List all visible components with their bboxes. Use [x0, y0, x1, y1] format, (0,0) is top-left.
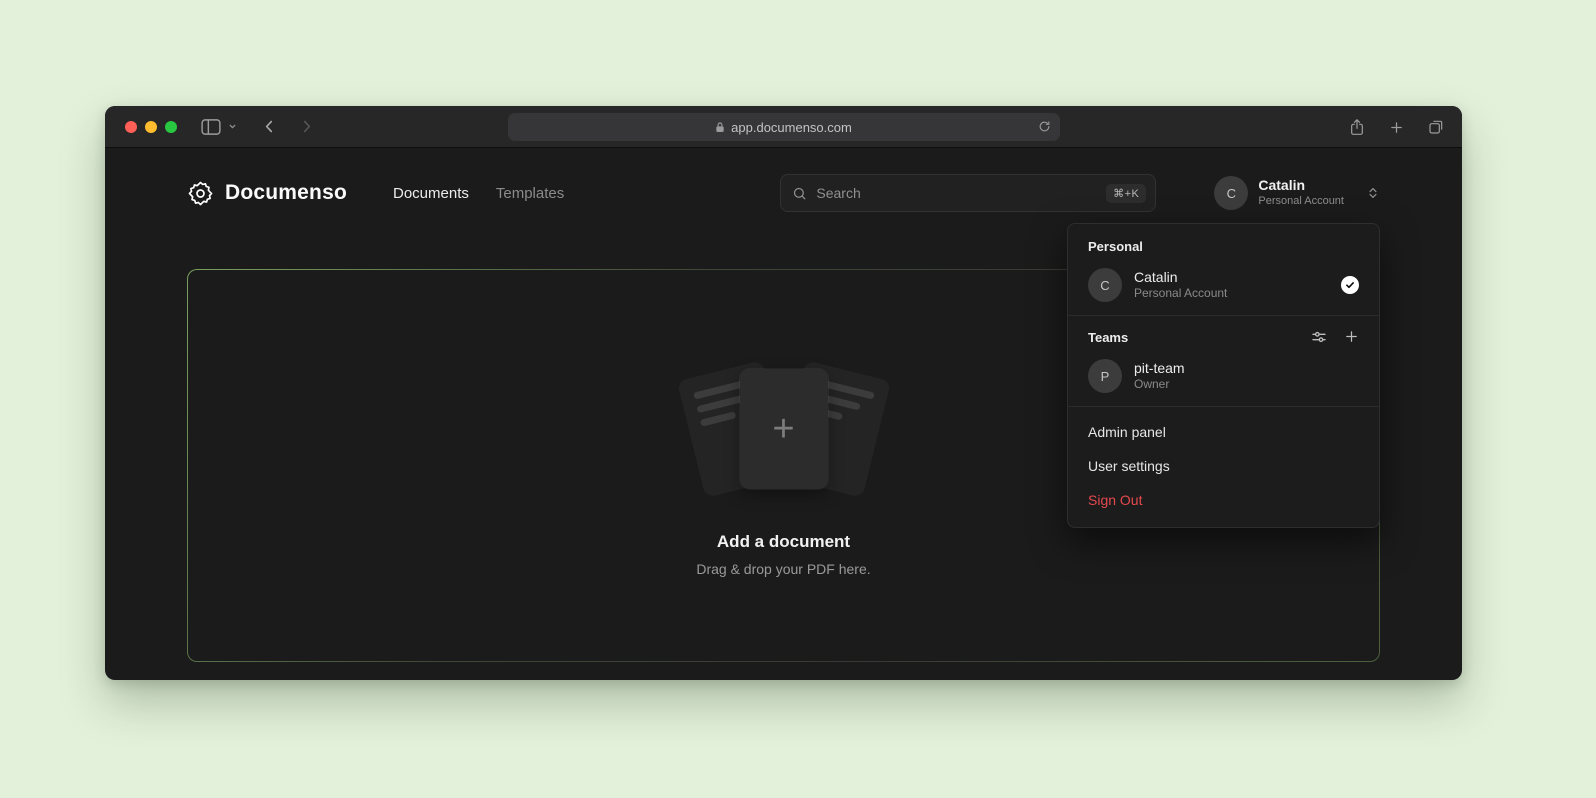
- menu-heading-teams: Teams: [1088, 330, 1128, 345]
- browser-titlebar: app.documenso.com: [105, 106, 1462, 148]
- account-dropdown-menu: Personal C Catalin Personal Account Team…: [1067, 223, 1380, 528]
- menu-divider: [1068, 406, 1379, 407]
- zoom-window-button[interactable]: [165, 121, 177, 133]
- menu-item-personal-account[interactable]: C Catalin Personal Account: [1068, 261, 1379, 313]
- avatar: P: [1088, 359, 1122, 393]
- menu-divider: [1068, 315, 1379, 316]
- traffic-lights: [125, 121, 177, 133]
- account-subtitle: Personal Account: [1258, 195, 1344, 209]
- share-icon[interactable]: [1349, 118, 1365, 136]
- brand-name: Documenso: [225, 181, 347, 205]
- menu-team-role: Owner: [1134, 377, 1185, 393]
- address-bar[interactable]: app.documenso.com: [508, 113, 1060, 141]
- search-input[interactable]: Search ⌘+K: [780, 174, 1156, 212]
- reload-icon[interactable]: [1038, 120, 1051, 133]
- lock-icon: [715, 121, 725, 133]
- avatar: C: [1088, 268, 1122, 302]
- close-window-button[interactable]: [125, 121, 137, 133]
- account-menu-trigger[interactable]: C Catalin Personal Account: [1214, 176, 1380, 210]
- account-name: Catalin: [1258, 177, 1344, 195]
- documenso-logo-icon: [187, 180, 214, 207]
- document-stack-illustration: +: [664, 354, 904, 504]
- check-icon: [1341, 276, 1359, 294]
- forward-icon[interactable]: [298, 118, 315, 135]
- new-tab-icon[interactable]: [1389, 120, 1404, 135]
- search-placeholder: Search: [816, 185, 860, 201]
- manage-teams-icon[interactable]: [1311, 329, 1327, 345]
- back-icon[interactable]: [261, 118, 278, 135]
- search-icon: [792, 186, 807, 201]
- primary-nav: Documents Templates: [393, 185, 564, 202]
- menu-team-name: pit-team: [1134, 359, 1185, 377]
- chevron-up-down-icon: [1366, 186, 1380, 200]
- teams-header: Teams: [1068, 318, 1379, 352]
- dropzone-subtitle: Drag & drop your PDF here.: [696, 561, 870, 577]
- search-shortcut-badge: ⌘+K: [1106, 184, 1146, 203]
- sidebar-toggle-icon[interactable]: [201, 119, 221, 135]
- titlebar-right-actions: [1349, 106, 1444, 148]
- nav-documents[interactable]: Documents: [393, 185, 469, 202]
- minimize-window-button[interactable]: [145, 121, 157, 133]
- menu-heading-personal: Personal: [1068, 228, 1379, 261]
- url-text: app.documenso.com: [731, 120, 852, 135]
- dropzone-title: Add a document: [717, 532, 850, 552]
- menu-account-subtitle: Personal Account: [1134, 286, 1227, 302]
- menu-item-user-settings[interactable]: User settings: [1068, 449, 1379, 483]
- avatar: C: [1214, 176, 1248, 210]
- document-card-center: +: [740, 369, 828, 489]
- sidebar-chevron-down-icon[interactable]: [228, 122, 237, 131]
- tab-overview-icon[interactable]: [1428, 119, 1444, 135]
- menu-item-team[interactable]: P pit-team Owner: [1068, 352, 1379, 404]
- menu-item-sign-out[interactable]: Sign Out: [1068, 483, 1379, 517]
- nav-templates[interactable]: Templates: [496, 185, 564, 202]
- menu-item-admin-panel[interactable]: Admin panel: [1068, 415, 1379, 449]
- brand[interactable]: Documenso: [187, 180, 347, 207]
- browser-window: app.documenso.com: [105, 106, 1462, 680]
- add-team-icon[interactable]: [1344, 329, 1359, 345]
- menu-account-name: Catalin: [1134, 268, 1227, 286]
- plus-icon: +: [772, 410, 794, 448]
